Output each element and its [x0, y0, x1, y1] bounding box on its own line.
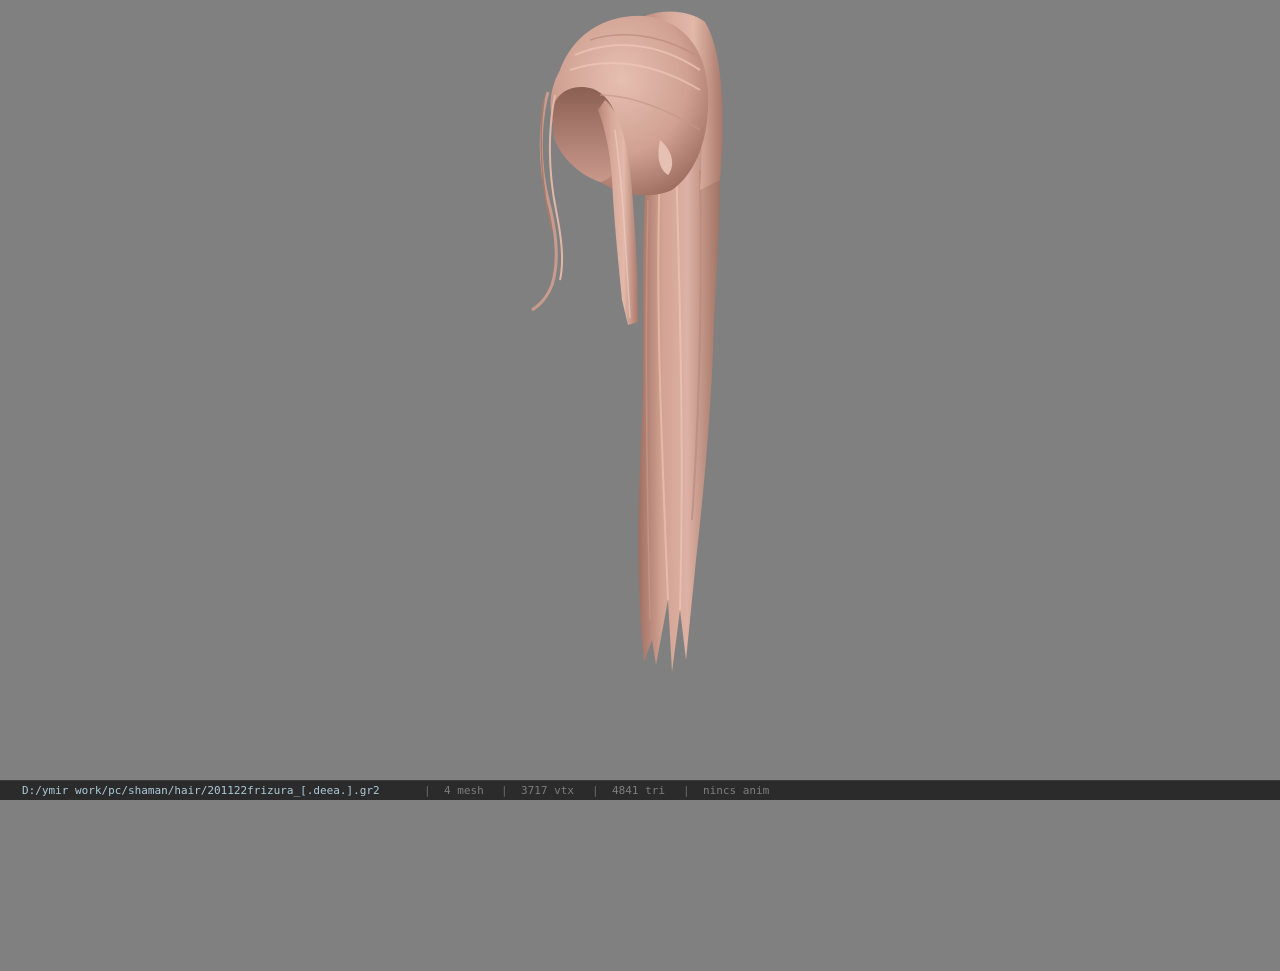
mesh-count: 4 mesh [444, 784, 484, 797]
ponytail-strands [638, 140, 720, 672]
separator: | [424, 784, 431, 797]
3d-viewport[interactable] [0, 0, 1280, 780]
side-strand [531, 91, 558, 312]
separator: | [592, 784, 599, 797]
vertex-count: 3717 vtx [521, 784, 574, 797]
triangle-count: 4841 tri [612, 784, 665, 797]
separator: | [501, 784, 508, 797]
hair-model [531, 11, 723, 672]
animation-status: nincs anim [703, 784, 770, 797]
file-path: D:/ymir work/pc/shaman/hair/201122frizur… [22, 784, 380, 797]
separator: | [683, 784, 690, 797]
status-bar: D:/ymir work/pc/shaman/hair/201122frizur… [0, 780, 1280, 800]
